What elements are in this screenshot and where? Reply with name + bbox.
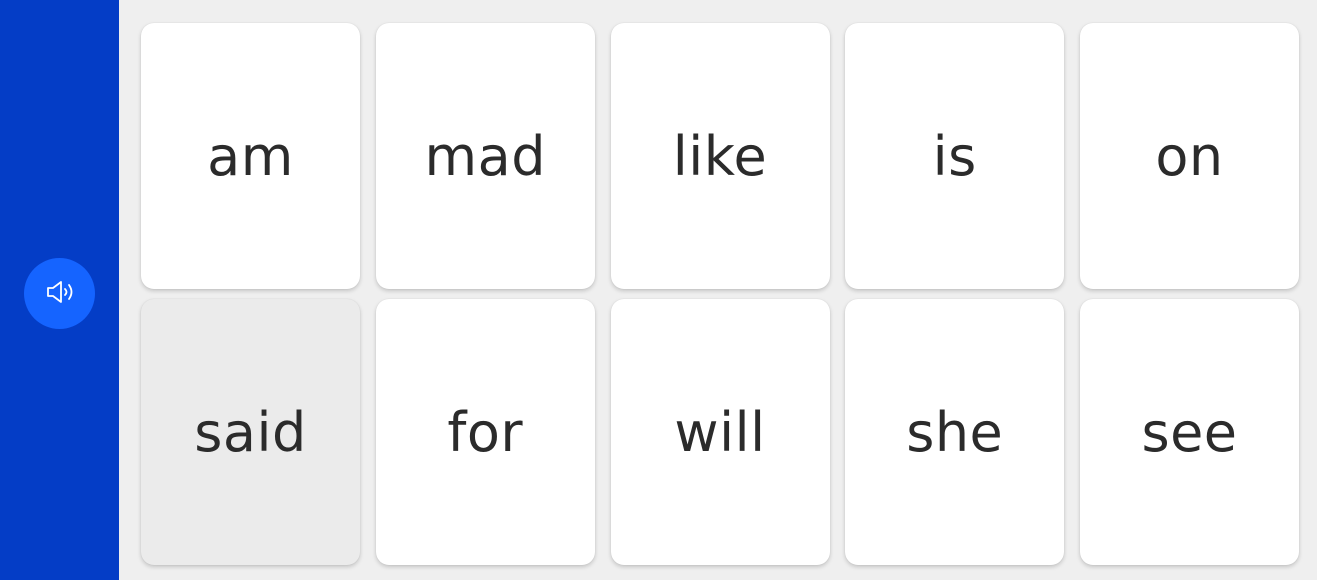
sidebar <box>0 0 119 580</box>
play-audio-button[interactable] <box>24 258 95 329</box>
app-window: am mad like is on said for will she see <box>0 0 1317 580</box>
card-word: see <box>1141 400 1238 464</box>
word-card[interactable]: is <box>845 23 1065 289</box>
word-card[interactable]: she <box>845 299 1065 565</box>
word-card-grid: am mad like is on said for will she see <box>141 23 1299 565</box>
card-word: will <box>674 400 766 464</box>
card-word: she <box>906 400 1004 464</box>
word-card[interactable]: mad <box>375 23 595 289</box>
card-word: on <box>1155 124 1224 188</box>
word-card[interactable]: for <box>375 299 595 565</box>
card-word: am <box>207 124 294 188</box>
card-word: for <box>447 400 524 464</box>
speaker-icon <box>40 272 80 316</box>
word-card[interactable]: said <box>141 299 360 565</box>
word-card[interactable]: like <box>610 23 830 289</box>
word-card[interactable]: on <box>1080 23 1299 289</box>
card-word: said <box>194 400 307 464</box>
word-card[interactable]: will <box>610 299 830 565</box>
word-card[interactable]: see <box>1080 299 1299 565</box>
card-word: is <box>932 124 977 188</box>
card-word: mad <box>424 124 546 188</box>
word-card[interactable]: am <box>141 23 360 289</box>
card-word: like <box>672 124 768 188</box>
